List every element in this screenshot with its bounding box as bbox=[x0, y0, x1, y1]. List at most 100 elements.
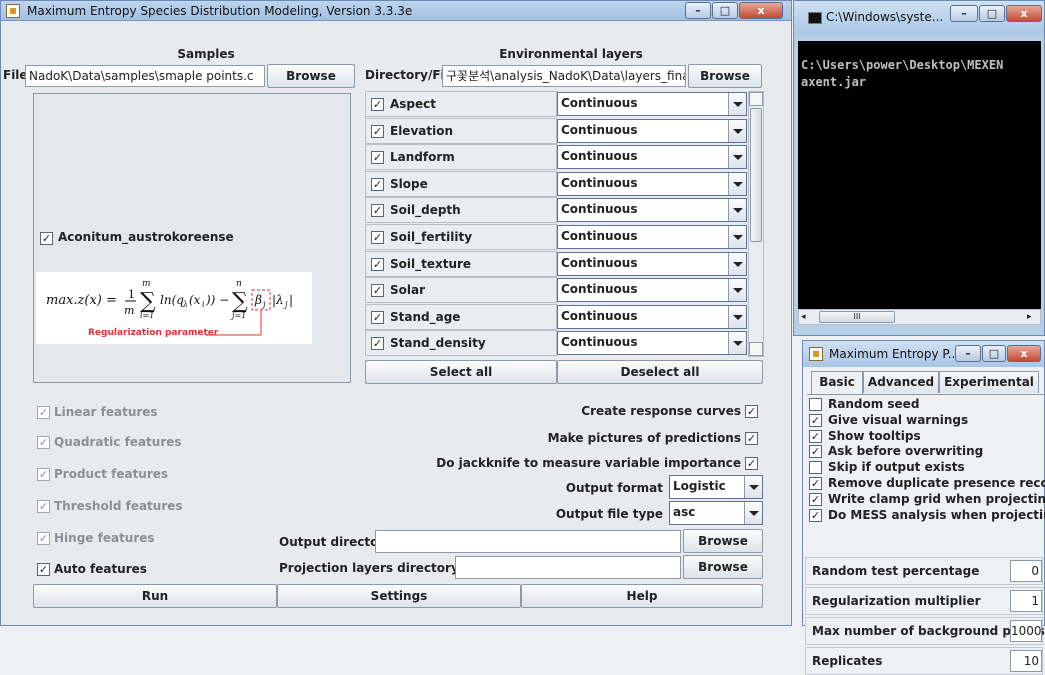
settings-option-checkbox[interactable]: ✓ bbox=[809, 508, 822, 522]
layer-name-cell[interactable]: ✓ Aspect bbox=[365, 91, 557, 117]
help-button[interactable]: Help bbox=[521, 584, 763, 608]
layer-name-cell[interactable]: ✓ Soil_depth bbox=[365, 197, 557, 224]
settings-minimize-icon[interactable]: – bbox=[955, 345, 981, 362]
cmd-console[interactable]: C:\Users\power\Desktop\MEXEN axent.jar bbox=[798, 41, 1041, 309]
cmd-minimize-icon[interactable]: – bbox=[950, 5, 978, 22]
tab-advanced[interactable]: Advanced bbox=[863, 371, 939, 393]
settings-option-checkbox[interactable]: ✓ bbox=[809, 413, 822, 427]
projection-input[interactable] bbox=[455, 556, 681, 579]
cmd-title-bar[interactable]: C:\Windows\syste... – □ x bbox=[794, 1, 1044, 35]
settings-option-checkbox[interactable]: ✓ bbox=[809, 492, 822, 506]
svg-text:m: m bbox=[142, 279, 151, 289]
settings-option-checkbox[interactable]: ✓ bbox=[809, 429, 822, 443]
env-directory-input[interactable]: 구꽃분석\analysis_NadoK\Data\layers_final bbox=[442, 65, 686, 87]
chevron-down-icon[interactable] bbox=[728, 172, 746, 195]
layer-name-cell[interactable]: ✓ Stand_density bbox=[365, 330, 557, 357]
settings-field-input[interactable]: 0 bbox=[1010, 560, 1042, 582]
chevron-down-icon[interactable] bbox=[728, 199, 746, 222]
output-directory-input[interactable] bbox=[375, 530, 681, 553]
cmd-scroll-thumb[interactable]: III bbox=[819, 311, 895, 323]
layers-scrollbar[interactable] bbox=[748, 91, 764, 357]
layer-checkbox[interactable]: ✓ bbox=[371, 98, 384, 111]
layer-type-select[interactable]: Continuous bbox=[557, 278, 747, 303]
settings-field-input[interactable]: 10000 bbox=[1010, 620, 1042, 642]
deselect-all-button[interactable]: Deselect all bbox=[557, 360, 763, 384]
scroll-down-icon[interactable] bbox=[749, 342, 763, 356]
layer-type-select[interactable]: Continuous bbox=[557, 118, 747, 143]
run-button[interactable]: Run bbox=[33, 584, 277, 608]
chevron-down-icon[interactable] bbox=[728, 279, 746, 302]
layer-type-select[interactable]: Continuous bbox=[557, 145, 747, 170]
chevron-down-icon[interactable] bbox=[728, 119, 746, 142]
env-browse-button[interactable]: Browse bbox=[688, 64, 762, 88]
settings-maximize-icon[interactable]: □ bbox=[982, 345, 1006, 362]
output-format-dropdown-icon[interactable] bbox=[744, 476, 762, 498]
chevron-down-icon[interactable] bbox=[728, 93, 746, 115]
layer-type-select[interactable]: Continuous bbox=[557, 198, 747, 223]
chevron-down-icon[interactable] bbox=[728, 332, 746, 355]
output-file-type-dropdown-icon[interactable] bbox=[744, 502, 762, 524]
tab-divider bbox=[807, 394, 1045, 395]
chevron-down-icon[interactable] bbox=[728, 226, 746, 248]
layer-checkbox[interactable]: ✓ bbox=[371, 124, 384, 138]
layer-type-select[interactable]: Continuous bbox=[557, 331, 747, 356]
samples-file-input[interactable]: NadoK\Data\samples\smaple points.c bbox=[25, 65, 265, 87]
tab-experimental[interactable]: Experimental bbox=[939, 371, 1039, 393]
chevron-down-icon[interactable] bbox=[728, 305, 746, 328]
cmd-hscrollbar[interactable]: ◂ III ▸ bbox=[798, 309, 1041, 325]
layer-checkbox[interactable]: ✓ bbox=[371, 310, 384, 324]
layer-type-select[interactable]: Continuous bbox=[557, 251, 747, 276]
layer-name-cell[interactable]: ✓ Soil_texture bbox=[365, 250, 557, 277]
select-all-button[interactable]: Select all bbox=[365, 360, 557, 384]
cmd-close-icon[interactable]: x bbox=[1006, 5, 1042, 22]
jackknife-checkbox[interactable]: ✓ bbox=[745, 457, 758, 470]
layer-name-cell[interactable]: ✓ Elevation bbox=[365, 117, 557, 144]
chevron-down-icon[interactable] bbox=[728, 146, 746, 169]
layer-type-select[interactable]: Continuous bbox=[557, 304, 747, 329]
output-file-type-select[interactable]: asc bbox=[669, 501, 763, 525]
layer-name-cell[interactable]: ✓ Soil_fertility bbox=[365, 224, 557, 250]
layer-checkbox[interactable]: ✓ bbox=[371, 151, 384, 165]
settings-option-checkbox[interactable] bbox=[809, 398, 822, 411]
layer-checkbox[interactable]: ✓ bbox=[371, 177, 384, 191]
tab-basic[interactable]: Basic bbox=[811, 371, 863, 395]
layer-type-select[interactable]: Continuous bbox=[557, 171, 747, 196]
main-title-bar[interactable]: Maximum Entropy Species Distribution Mod… bbox=[1, 1, 791, 21]
cmd-scroll-right-icon[interactable]: ▸ bbox=[1027, 312, 1037, 322]
cmd-scroll-left-icon[interactable]: ◂ bbox=[801, 312, 811, 322]
output-format-select[interactable]: Logistic bbox=[669, 475, 763, 499]
species-checkbox[interactable]: ✓ bbox=[40, 232, 53, 245]
settings-close-icon[interactable]: x bbox=[1007, 345, 1041, 362]
layer-name-cell[interactable]: ✓ Stand_age bbox=[365, 303, 557, 330]
minimize-icon[interactable]: – bbox=[685, 2, 711, 19]
projection-browse-button[interactable]: Browse bbox=[683, 555, 763, 579]
settings-field-input[interactable]: 10 bbox=[1010, 650, 1042, 672]
maximize-icon[interactable]: □ bbox=[712, 2, 738, 19]
settings-option-checkbox[interactable]: ✓ bbox=[809, 477, 822, 490]
layer-checkbox[interactable]: ✓ bbox=[371, 204, 384, 218]
close-icon[interactable]: x bbox=[739, 2, 783, 19]
layer-type-select[interactable]: Continuous bbox=[557, 92, 747, 116]
chevron-down-icon[interactable] bbox=[728, 252, 746, 275]
layer-checkbox[interactable]: ✓ bbox=[371, 257, 384, 271]
layer-checkbox[interactable]: ✓ bbox=[371, 231, 384, 244]
scroll-thumb[interactable] bbox=[750, 108, 762, 242]
layer-type-select[interactable]: Continuous bbox=[557, 225, 747, 249]
layer-name-cell[interactable]: ✓ Solar bbox=[365, 277, 557, 304]
output-browse-button[interactable]: Browse bbox=[683, 529, 763, 553]
settings-field-input[interactable]: 1 bbox=[1010, 590, 1042, 612]
layer-name-cell[interactable]: ✓ Landform bbox=[365, 144, 557, 171]
layer-checkbox[interactable]: ✓ bbox=[371, 337, 384, 351]
settings-title-bar[interactable]: Maximum Entropy P... – □ x bbox=[803, 341, 1044, 367]
samples-browse-button[interactable]: Browse bbox=[267, 64, 355, 88]
scroll-up-icon[interactable] bbox=[749, 92, 763, 106]
feature-checkbox[interactable]: ✓ bbox=[37, 563, 50, 576]
pictures-checkbox[interactable]: ✓ bbox=[745, 432, 758, 445]
layer-checkbox[interactable]: ✓ bbox=[371, 284, 384, 298]
settings-option-checkbox[interactable] bbox=[809, 461, 822, 475]
response-curves-checkbox[interactable]: ✓ bbox=[745, 405, 758, 418]
cmd-maximize-icon[interactable]: □ bbox=[979, 5, 1005, 22]
settings-button[interactable]: Settings bbox=[277, 584, 521, 608]
layer-name-cell[interactable]: ✓ Slope bbox=[365, 170, 557, 197]
settings-option-checkbox[interactable]: ✓ bbox=[809, 445, 822, 459]
